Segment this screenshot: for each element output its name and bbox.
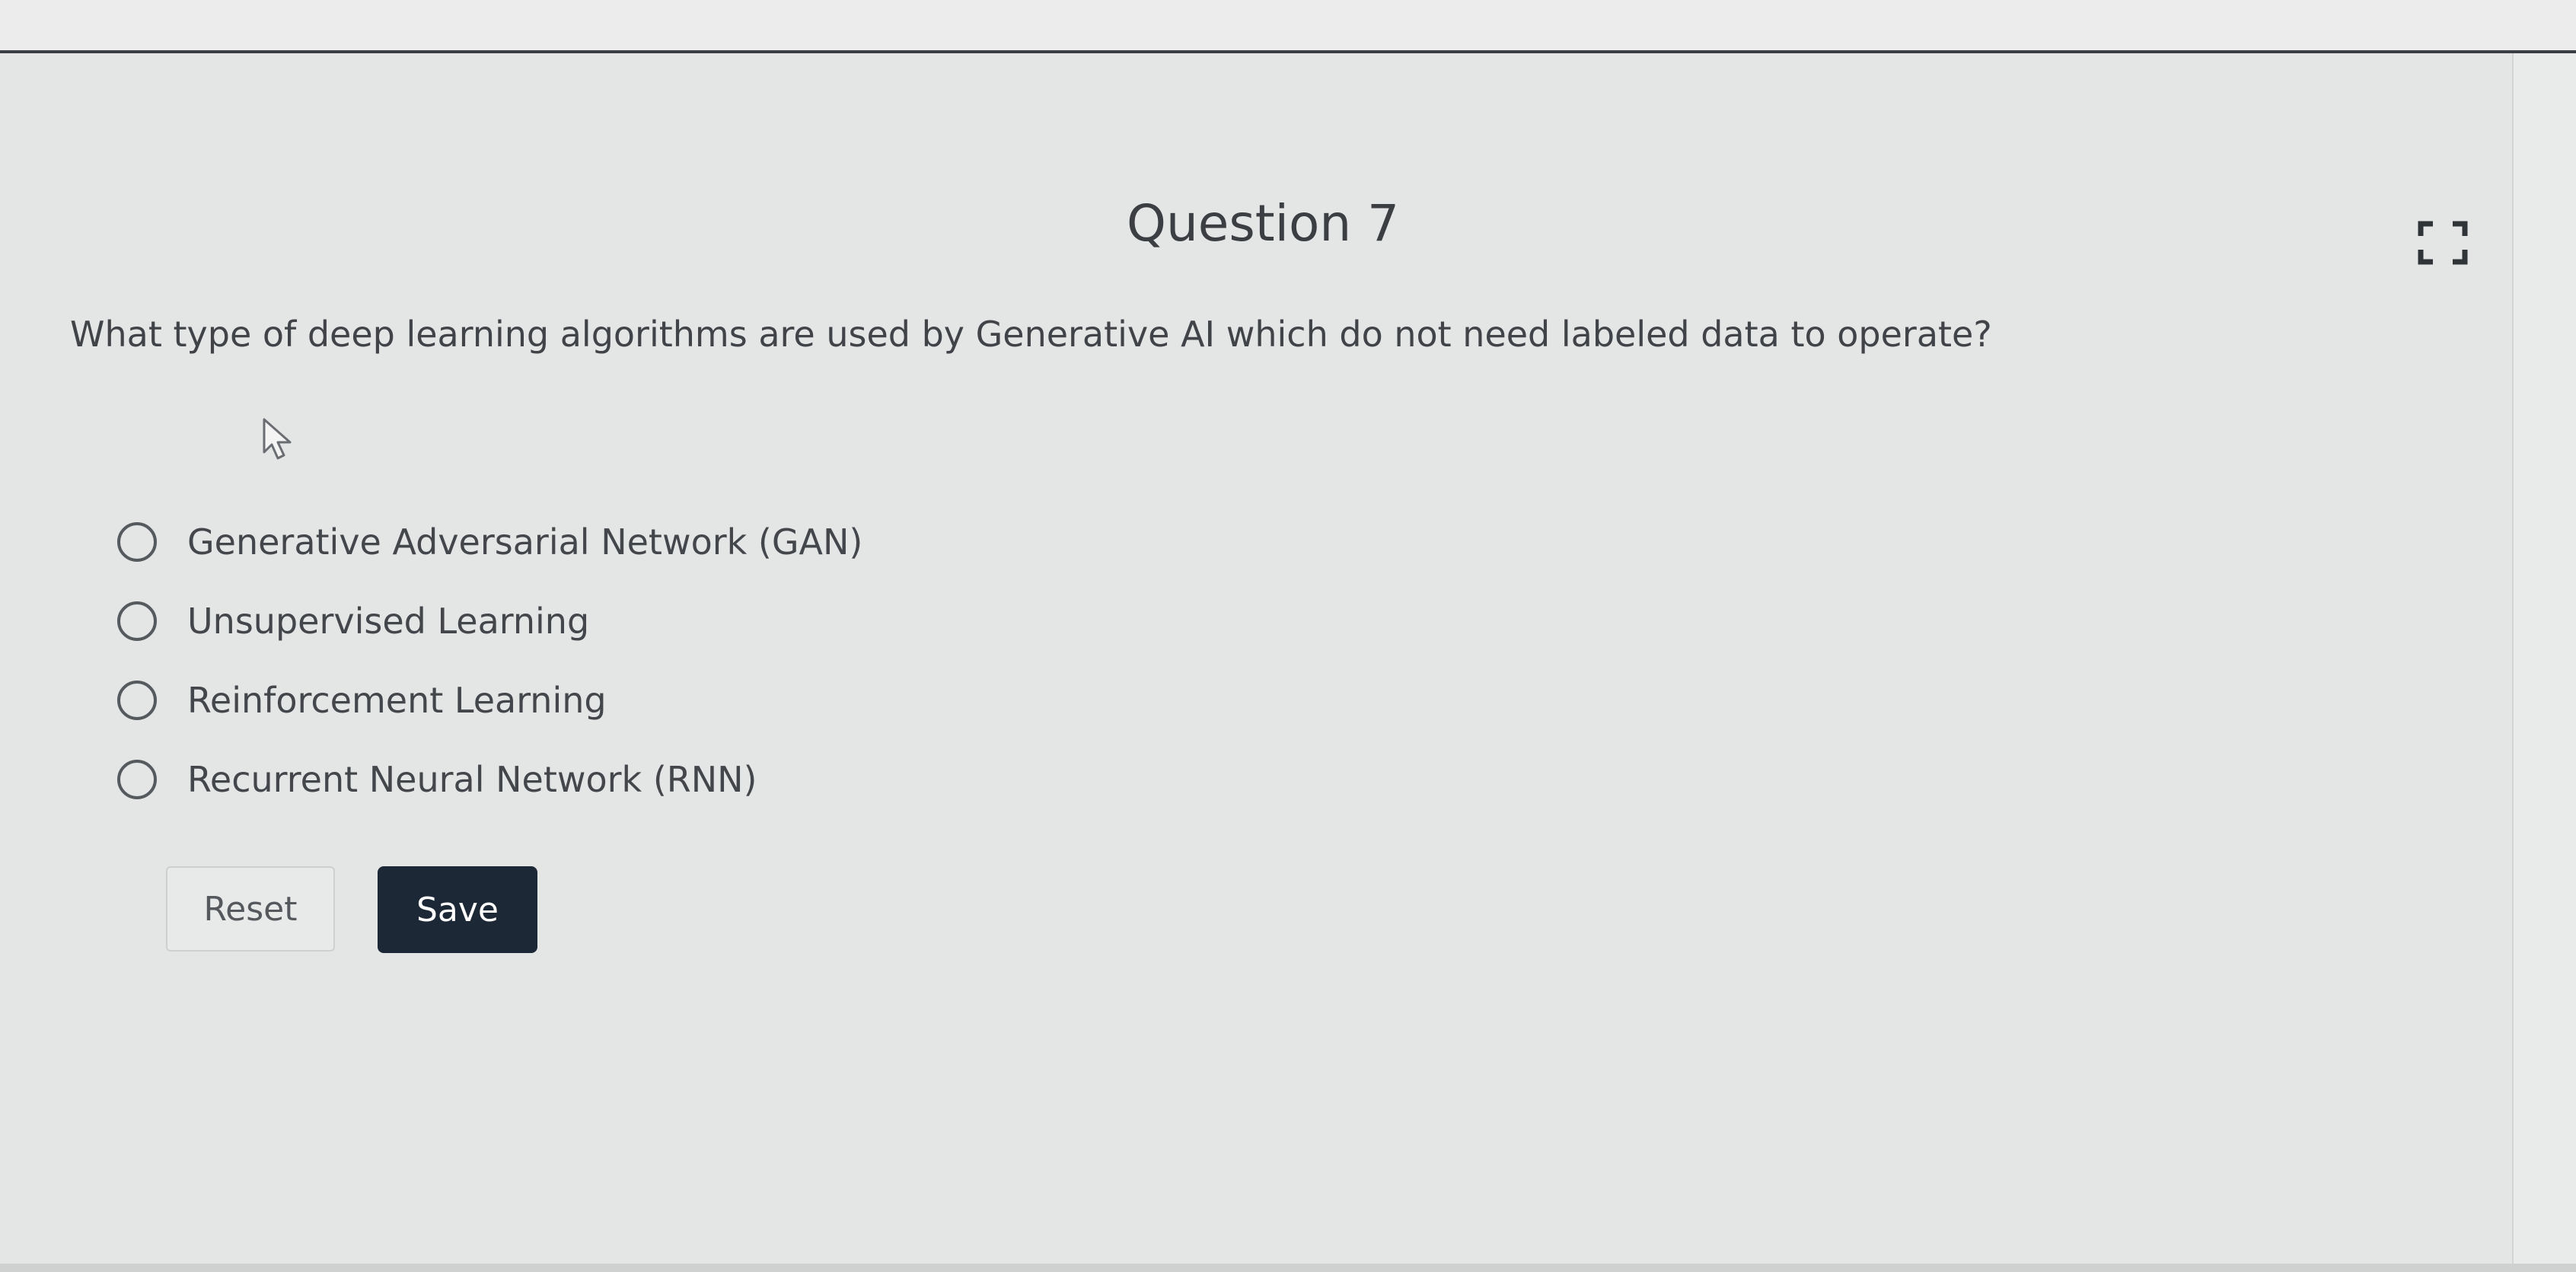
option-rnn[interactable]: Recurrent Neural Network (RNN) (117, 740, 862, 819)
cursor-icon (262, 417, 295, 463)
question-prompt: What type of deep learning algorithms ar… (70, 314, 1992, 355)
option-reinforcement-learning[interactable]: Reinforcement Learning (117, 661, 862, 740)
radio-button[interactable] (117, 760, 157, 799)
option-label: Generative Adversarial Network (GAN) (187, 521, 863, 563)
radio-button[interactable] (117, 522, 157, 562)
radio-button[interactable] (117, 681, 157, 720)
option-label: Reinforcement Learning (187, 680, 607, 721)
reset-button[interactable]: Reset (166, 866, 335, 952)
option-gan[interactable]: Generative Adversarial Network (GAN) (117, 502, 862, 582)
top-bar (0, 0, 2576, 53)
option-unsupervised-learning[interactable]: Unsupervised Learning (117, 582, 862, 661)
radio-button[interactable] (117, 601, 157, 641)
bottom-edge (0, 1264, 2576, 1272)
question-title: Question 7 (1127, 194, 1400, 253)
option-label: Recurrent Neural Network (RNN) (187, 759, 757, 800)
save-button[interactable]: Save (378, 866, 537, 953)
option-label: Unsupervised Learning (187, 601, 590, 642)
expand-icon[interactable] (2418, 221, 2468, 265)
answer-options: Generative Adversarial Network (GAN) Uns… (117, 502, 862, 819)
